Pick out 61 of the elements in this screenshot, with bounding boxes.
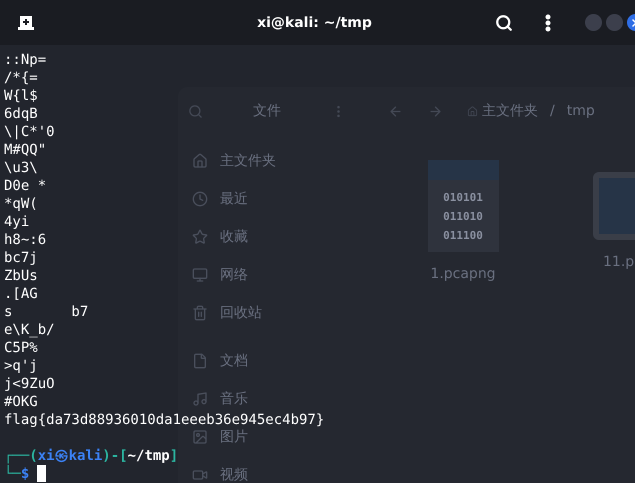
terminal-output-line: ::Np=: [4, 52, 46, 68]
sidebar-item[interactable]: 视频: [220, 466, 248, 483]
terminal-output-line: flag{da73d88936010da1eeeb36e945ec4b97}: [4, 412, 324, 428]
sidebar-item[interactable]: 最近: [220, 190, 248, 208]
terminal-output-line: D0e *: [4, 178, 46, 194]
breadcrumb-item[interactable]: /: [550, 103, 555, 119]
sidebar-item[interactable]: 网络: [220, 266, 248, 284]
monitor-icon: [192, 267, 208, 283]
star-icon: [192, 229, 208, 245]
breadcrumb-item[interactable]: 主文件夹: [482, 102, 538, 120]
clock-icon: [192, 191, 208, 207]
file-name[interactable]: 11.p: [603, 254, 634, 270]
forward-icon[interactable]: [428, 104, 443, 118]
terminal-output-line: M#QQ": [4, 142, 46, 158]
prompt-text: )-[: [102, 447, 128, 465]
sidebar-item[interactable]: 图片: [220, 428, 248, 446]
sidebar-item[interactable]: 主文件夹: [220, 152, 276, 170]
terminal-output-line: .[AG: [4, 286, 38, 302]
window-title: xi@kali: ~/tmp: [256, 14, 373, 30]
sidebar-item[interactable]: 音乐: [220, 390, 248, 408]
terminal-output-line: C5P%: [4, 340, 38, 356]
new-tab-icon: [18, 16, 34, 30]
search-icon[interactable]: [188, 104, 203, 118]
prompt-text: └─: [4, 465, 21, 483]
sidebar-item[interactable]: 收藏: [220, 228, 248, 246]
breadcrumb-item[interactable]: tmp: [566, 103, 595, 119]
terminal-output-line: /*{=: [4, 70, 38, 86]
prompt-text: xi㉿kali: [38, 447, 102, 465]
terminal-output-line: 6dqB: [4, 106, 38, 122]
music-note-icon: [192, 391, 208, 407]
kebab-menu-icon: [545, 14, 551, 32]
home-icon: [192, 153, 208, 169]
text-cursor: [37, 465, 46, 482]
app-title: 文件: [253, 102, 281, 120]
terminal-output-line: s b7: [4, 304, 88, 320]
terminal-output-line: e\K_b/: [4, 322, 55, 338]
back-icon[interactable]: [388, 104, 403, 118]
terminal-output-line: 4yi: [4, 214, 30, 230]
terminal-output-line: h8~:6: [4, 232, 46, 248]
binary-file-icon: 010101 011010 011100: [428, 160, 498, 252]
terminal-output-line: >q'j: [4, 358, 38, 374]
sidebar-item[interactable]: 回收站: [220, 304, 262, 322]
terminal-output-line: *qW(: [4, 196, 38, 212]
prompt-text: $: [20, 466, 30, 483]
terminal-output-line: bc7j: [4, 250, 38, 266]
image-icon: [192, 429, 208, 445]
file-name[interactable]: 1.pcapng: [430, 266, 496, 282]
terminal-output-line: \u3\: [4, 160, 38, 176]
prompt-text: ~/tmp: [128, 447, 170, 465]
home-icon: [467, 106, 478, 116]
terminal-output-line: W{l$: [4, 88, 38, 104]
prompt-text: ┌──(: [4, 447, 38, 464]
terminal-output-line: ZbUs: [4, 268, 38, 284]
terminal-output-line: #OKG: [4, 394, 38, 410]
sidebar-item[interactable]: 文档: [220, 352, 248, 370]
minimize-button[interactable]: [585, 14, 602, 31]
trash-icon: [192, 305, 208, 321]
terminal-output-line: j<9ZuO: [4, 376, 55, 392]
terminal-output-line: \|C*'0: [4, 124, 55, 140]
prompt-text: ]: [170, 447, 178, 465]
document-icon: [192, 353, 208, 369]
